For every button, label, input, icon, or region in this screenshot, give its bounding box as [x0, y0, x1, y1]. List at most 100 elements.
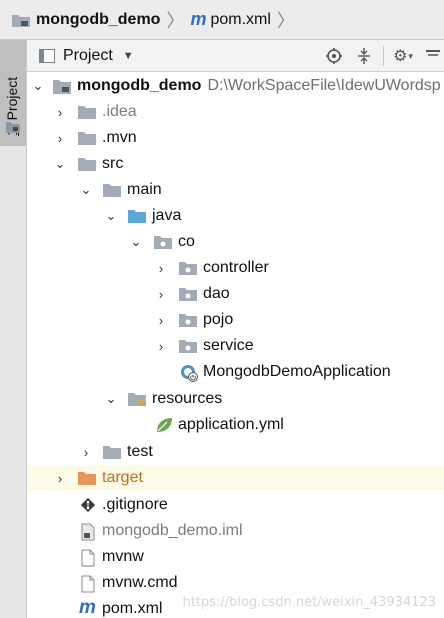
tree-node-label: pojo	[203, 311, 234, 328]
module-folder-icon	[6, 120, 20, 133]
git-icon	[80, 497, 98, 513]
tree-node-service[interactable]: › service	[27, 333, 444, 359]
folder-icon	[78, 104, 96, 120]
chevron-right-icon[interactable]: ›	[53, 125, 67, 151]
folder-icon	[78, 156, 96, 172]
locate-icon[interactable]	[323, 45, 345, 67]
tree-node-label: .idea	[102, 103, 137, 120]
tree-node-label: mongodb_demo D:\WorkSpaceFile\IdewUWordsp	[77, 77, 441, 94]
collapse-icon[interactable]	[353, 45, 375, 67]
tree-node-label: mongodb_demo.iml	[102, 522, 243, 539]
tree-node-mvn[interactable]: › .mvn	[27, 125, 444, 151]
tree-node-label: service	[203, 337, 254, 354]
tree-node-java[interactable]: ⌄ java	[27, 203, 444, 229]
package-icon	[179, 286, 197, 302]
tree-node-main[interactable]: ⌄ main	[27, 177, 444, 203]
toolbar-divider	[383, 46, 384, 66]
tree-node-label: src	[102, 155, 124, 172]
chevron-right-icon[interactable]: ›	[79, 439, 93, 465]
tree-node-label: resources	[152, 390, 223, 407]
project-tool-tab[interactable]: 1: Project	[0, 40, 26, 146]
spring-leaf-icon	[155, 417, 173, 433]
tree-node-gitignore[interactable]: .gitignore	[27, 492, 444, 518]
tree-node-root[interactable]: ⌄ mongodb_demo D:\WorkSpaceFile\IdewUWord…	[27, 73, 444, 99]
file-icon	[80, 549, 98, 567]
tree-node-mvnw[interactable]: mvnw	[27, 544, 444, 570]
tree-node-label: co	[178, 233, 195, 250]
source-folder-icon	[128, 208, 146, 224]
hide-icon[interactable]	[422, 45, 444, 67]
project-panel-header: Project ▼ ⚙ ▾	[27, 40, 444, 72]
chevron-down-icon[interactable]: ⌄	[104, 203, 118, 229]
tree-node-label: application.yml	[178, 416, 284, 433]
folder-icon	[78, 130, 96, 146]
chevron-down-icon[interactable]: ⌄	[129, 229, 143, 255]
tree-node-idea[interactable]: › .idea	[27, 99, 444, 125]
breadcrumb-file-label: pom.xml	[210, 10, 271, 28]
folder-icon	[103, 182, 121, 198]
tree-node-label: java	[152, 207, 182, 224]
chevron-right-icon[interactable]: ›	[154, 333, 168, 359]
tree-node-dao[interactable]: › dao	[27, 281, 444, 307]
chevron-right-icon[interactable]: ›	[154, 255, 168, 281]
breadcrumb: mongodb_demo 〉 m pom.xml 〉	[0, 0, 444, 40]
ide-project-window: mongodb_demo 〉 m pom.xml 〉 1: Project Pr…	[0, 0, 444, 618]
package-icon	[154, 234, 172, 250]
breadcrumb-separator: 〉	[276, 10, 295, 31]
breadcrumb-project-label: mongodb_demo	[36, 10, 161, 28]
tree-node-mvnw-cmd[interactable]: mvnw.cmd	[27, 570, 444, 596]
tree-node-label: MongodbDemoApplication	[203, 363, 391, 380]
package-icon	[179, 338, 197, 354]
tree-node-test[interactable]: › test	[27, 439, 444, 465]
tree-node-label: test	[127, 443, 153, 460]
project-view-title[interactable]: Project	[63, 47, 113, 65]
tree-node-label: mvnw.cmd	[102, 574, 178, 591]
tree-node-label: main	[127, 181, 162, 198]
chevron-down-icon[interactable]: ▼	[123, 50, 134, 62]
package-icon	[179, 260, 197, 276]
tree-node-label: .gitignore	[102, 496, 168, 513]
tree-node-co[interactable]: ⌄ co	[27, 229, 444, 255]
tree-node-label: dao	[203, 285, 230, 302]
tree-node-label: .mvn	[102, 129, 137, 146]
chevron-down-icon[interactable]: ⌄	[79, 177, 93, 203]
chevron-down-icon[interactable]: ⌄	[104, 386, 118, 412]
watermark: https://blog.csdn.net/weixin_43934123	[182, 595, 436, 610]
tree-node-application-yml[interactable]: application.yml	[27, 412, 444, 438]
module-folder-icon	[12, 13, 30, 27]
chevron-right-icon[interactable]: ›	[53, 99, 67, 125]
maven-icon: m	[79, 597, 96, 618]
maven-icon: m	[190, 9, 207, 29]
folder-icon	[103, 444, 121, 460]
chevron-right-icon[interactable]: ›	[154, 307, 168, 333]
module-file-icon	[80, 523, 98, 541]
tree-node-controller[interactable]: › controller	[27, 255, 444, 281]
breadcrumb-project[interactable]: mongodb_demo	[0, 0, 160, 40]
tree-node-label: pom.xml	[102, 600, 163, 617]
excluded-folder-icon	[78, 470, 96, 486]
chevron-down-icon[interactable]: ⌄	[53, 151, 67, 177]
tree-node-resources[interactable]: ⌄ resources	[27, 386, 444, 412]
gear-icon[interactable]: ⚙ ▾	[392, 45, 414, 67]
spring-boot-class-icon	[180, 364, 198, 382]
tree-node-label: controller	[203, 259, 269, 276]
tree-node-pojo[interactable]: › pojo	[27, 307, 444, 333]
chevron-down-icon[interactable]: ⌄	[31, 73, 45, 99]
tree-node-application-class[interactable]: MongodbDemoApplication	[27, 359, 444, 385]
module-folder-icon	[53, 78, 71, 94]
tree-node-target[interactable]: › target	[27, 465, 444, 491]
file-icon	[80, 575, 98, 593]
project-tree: ⌄ mongodb_demo D:\WorkSpaceFile\IdewUWord…	[27, 72, 444, 618]
tool-window-strip: 1: Project	[0, 40, 27, 618]
tree-node-iml[interactable]: mongodb_demo.iml	[27, 518, 444, 544]
panel-toolbar: ⚙ ▾	[315, 40, 444, 72]
project-view-icon	[38, 47, 56, 64]
breadcrumb-file[interactable]: m pom.xml	[190, 0, 270, 40]
tree-node-label: mvnw	[102, 548, 144, 565]
breadcrumb-separator: 〉	[166, 10, 185, 31]
project-path: D:\WorkSpaceFile\IdewUWordsp	[207, 77, 441, 94]
chevron-right-icon[interactable]: ›	[53, 465, 67, 491]
tree-node-src[interactable]: ⌄ src	[27, 151, 444, 177]
package-icon	[179, 312, 197, 328]
chevron-right-icon[interactable]: ›	[154, 281, 168, 307]
